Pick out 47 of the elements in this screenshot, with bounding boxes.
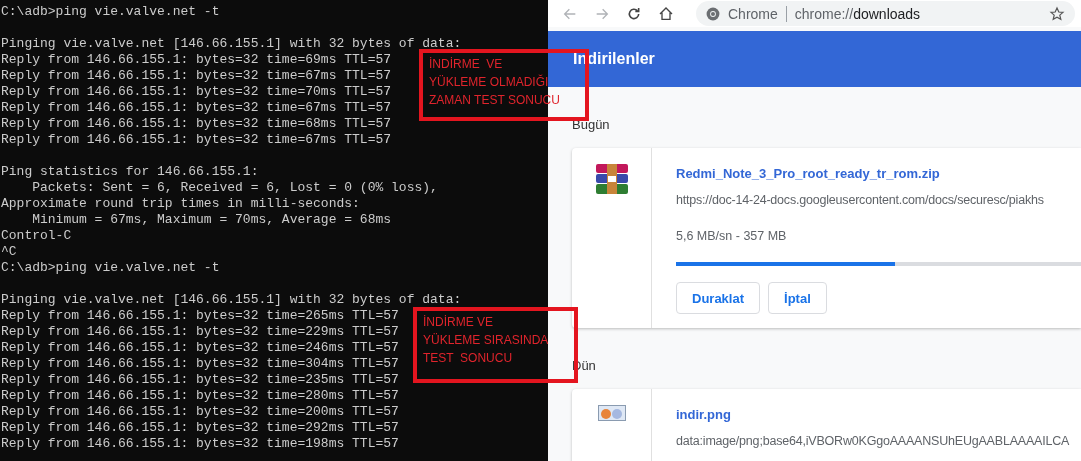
terminal-line: Reply from 146.66.155.1: bytes=32 time=292ms TTL=57 <box>1 420 399 436</box>
terminal-line: Reply from 146.66.155.1: bytes=32 time=67ms TTL=57 <box>1 68 392 84</box>
file-name-link[interactable]: Redmi_Note_3_Pro_root_ready_tr_rom.zip <box>676 166 940 181</box>
file-name-link[interactable]: indir.png <box>676 407 731 422</box>
cancel-button[interactable]: İptal <box>768 282 827 314</box>
terminal-line: Pinging vie.valve.net [146.66.155.1] with 32 bytes of data: <box>1 292 462 308</box>
terminal-line: Reply from 146.66.155.1: bytes=32 time=246ms TTL=57 <box>1 340 399 356</box>
terminal-line: Reply from 146.66.155.1: bytes=32 time=229ms TTL=57 <box>1 324 399 340</box>
terminal-line: Reply from 146.66.155.1: bytes=32 time=68ms TTL=57 <box>1 116 392 132</box>
pause-button[interactable]: Duraklat <box>676 282 761 314</box>
annotation-text: YÜKLEME OLMADIĞI <box>429 73 549 91</box>
chrome-logo-icon <box>706 6 720 21</box>
terminal-line: Control-C <box>1 228 72 244</box>
archive-icon <box>595 164 628 194</box>
terminal-line: Reply from 146.66.155.1: bytes=32 time=69ms TTL=57 <box>1 52 392 68</box>
annotation-text: YÜKLEME SIRASINDA <box>423 332 549 349</box>
image-file-icon <box>597 405 626 421</box>
terminal-line: Reply from 146.66.155.1: bytes=32 time=198ms TTL=57 <box>1 436 399 452</box>
terminal-line: Reply from 146.66.155.1: bytes=32 time=235ms TTL=57 <box>1 372 399 388</box>
annotation-text: İNDİRME VE <box>423 314 493 331</box>
annotation-text: İNDİRME VE <box>429 56 503 73</box>
site-label: Chrome <box>728 5 778 22</box>
terminal-line: Approximate round trip times in milli-seconds: <box>1 196 360 212</box>
terminal-line: Ping statistics for 146.66.155.1: <box>1 164 259 180</box>
terminal-line: Packets: Sent = 6, Received = 6, Lost = 0 (0% loss), <box>31 180 438 196</box>
terminal-line: Reply from 146.66.155.1: bytes=32 time=304ms TTL=57 <box>1 356 399 372</box>
terminal-line: Pinging vie.valve.net [146.66.155.1] with 32 bytes of data: <box>1 36 462 52</box>
terminal-line: Reply from 146.66.155.1: bytes=32 time=67ms TTL=57 <box>1 100 392 116</box>
source-url: https://doc-14-24-docs.googleusercontent.com/docs/securesc/piakhs <box>676 193 1044 207</box>
terminal-line: Reply from 146.66.155.1: bytes=32 time=280ms TTL=57 <box>1 388 399 404</box>
reload-icon <box>626 5 642 22</box>
terminal-line: C:\adb>ping vie.valve.net -t <box>1 4 220 20</box>
annotation-text: TEST SONUCU <box>423 350 513 367</box>
terminal-line: Reply from 146.66.155.1: bytes=32 time=67ms TTL=57 <box>1 132 392 148</box>
download-status: 5,6 MB/sn - 357 MB <box>676 229 787 243</box>
star-icon <box>1049 5 1065 22</box>
terminal-line: Minimum = 67ms, Maximum = 70ms, Average = 68ms <box>31 212 392 228</box>
terminal-line: ^C <box>1 244 17 260</box>
address-bar[interactable]: Chrome chrome://downloads <box>696 1 1075 26</box>
source-url: data:image/png;base64,iVBORw0KGgoAAAANSUhEUgAABLAAAAILCA <box>676 434 1070 448</box>
terminal-line: C:\adb>ping vie.valve.net -t <box>1 260 220 276</box>
url-text: chrome://downloads <box>794 5 922 22</box>
date-heading: Bugün <box>572 117 610 132</box>
terminal-line: Reply from 146.66.155.1: bytes=32 time=200ms TTL=57 <box>1 404 399 420</box>
terminal-line: Reply from 146.66.155.1: bytes=32 time=70ms TTL=57 <box>1 84 392 100</box>
terminal-line: Reply from 146.66.155.1: bytes=32 time=265ms TTL=57 <box>1 308 399 324</box>
home-icon <box>658 5 674 22</box>
